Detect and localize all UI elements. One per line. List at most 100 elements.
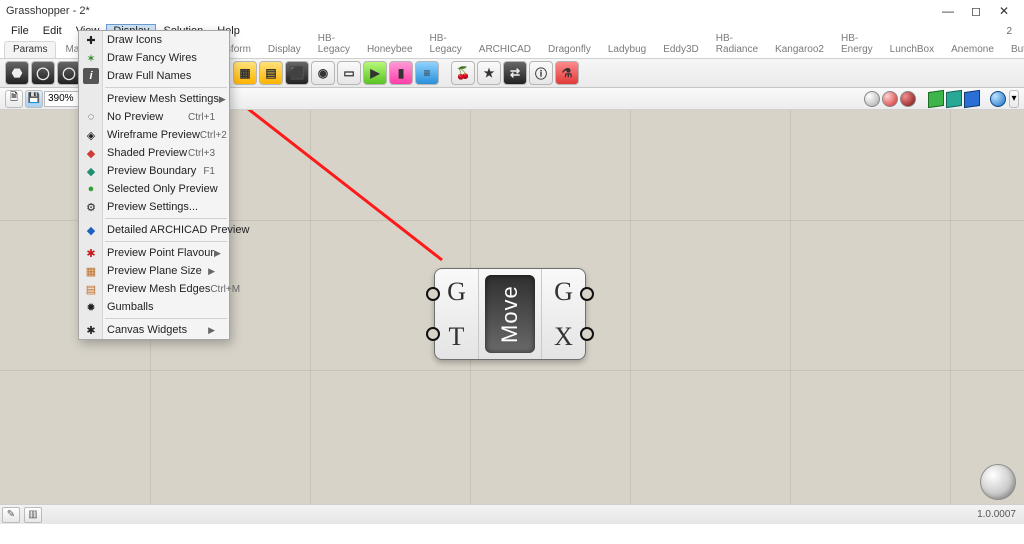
menu-item[interactable]: ✹Gumballs bbox=[79, 298, 229, 316]
tab-anemone[interactable]: Anemone bbox=[943, 42, 1002, 58]
menu-item[interactable]: ▤Preview Mesh EdgesCtrl+M bbox=[79, 280, 229, 298]
status-bar: ✎ ▥ 1.0.0007 bbox=[0, 504, 1024, 524]
preview-boundary-icon: ◆ bbox=[83, 163, 99, 179]
output-grip[interactable] bbox=[580, 327, 594, 341]
ribbon-btn[interactable]: ▦ bbox=[233, 61, 257, 85]
menu-shortcut: Ctrl+2 bbox=[200, 130, 227, 141]
title-bar: Grasshopper - 2* — ◻ ✕ bbox=[0, 0, 1024, 22]
tab-display[interactable]: Display bbox=[260, 42, 309, 58]
menu-item[interactable]: ◆Shaded PreviewCtrl+3 bbox=[79, 144, 229, 162]
input-grip[interactable] bbox=[426, 327, 440, 341]
draw-full-names-icon: i bbox=[83, 68, 99, 84]
input-port[interactable]: T bbox=[435, 314, 479, 359]
menu-item-label: Preview Settings... bbox=[107, 201, 198, 213]
tab-dragonfly[interactable]: Dragonfly bbox=[540, 42, 599, 58]
draw-icons-icon: ✚ bbox=[83, 32, 99, 48]
display-mode-icon[interactable] bbox=[964, 89, 980, 107]
ribbon-btn[interactable]: ⬛ bbox=[285, 61, 309, 85]
status-tool-button[interactable]: ▥ bbox=[24, 507, 42, 523]
display-mode-icon[interactable] bbox=[928, 89, 944, 107]
tab-eddy3d[interactable]: Eddy3D bbox=[655, 42, 707, 58]
preview-mesh-settings-icon bbox=[83, 91, 99, 107]
preview-off-icon[interactable] bbox=[864, 91, 880, 107]
tab-kangaroo2[interactable]: Kangaroo2 bbox=[767, 42, 832, 58]
ribbon-btn[interactable]: 🍒 bbox=[451, 61, 475, 85]
tab-hb-legacy[interactable]: HB-Legacy bbox=[310, 31, 358, 58]
app-title: Grasshopper - 2* bbox=[6, 5, 90, 17]
menu-item[interactable]: ⚙ Preview Settings... bbox=[79, 198, 229, 216]
preview-selected-icon[interactable] bbox=[900, 91, 916, 107]
menu-item-label: Preview Boundary bbox=[107, 165, 196, 177]
tab-lunchbox[interactable]: LunchBox bbox=[882, 42, 942, 58]
ribbon-btn[interactable]: ⬣ bbox=[5, 61, 29, 85]
output-grip[interactable] bbox=[580, 287, 594, 301]
menu-file[interactable]: File bbox=[4, 24, 36, 38]
preview-point-flavour-icon: ✱ bbox=[83, 245, 99, 261]
menu-item[interactable]: Preview Mesh Settings▶ bbox=[79, 90, 229, 108]
draw-fancy-wires-icon: ✶ bbox=[83, 50, 99, 66]
menu-item[interactable]: ◌No PreviewCtrl+1 bbox=[79, 108, 229, 126]
ribbon-btn[interactable]: ◉ bbox=[311, 61, 335, 85]
preview-plane-size-icon: ▦ bbox=[83, 263, 99, 279]
menu-item[interactable]: ✶ Draw Fancy Wires bbox=[79, 49, 229, 67]
new-file-button[interactable]: 🗎 bbox=[5, 90, 23, 108]
tab-hb-energy[interactable]: HB-Energy bbox=[833, 31, 881, 58]
menu-edit[interactable]: Edit bbox=[36, 24, 69, 38]
maximize-button[interactable]: ◻ bbox=[962, 4, 990, 18]
tab-butterfly[interactable]: Butterfly bbox=[1003, 42, 1024, 58]
menu-item[interactable]: ✱Canvas Widgets▶ bbox=[79, 321, 229, 339]
ribbon-btn[interactable]: ⚗ bbox=[555, 61, 579, 85]
output-port[interactable]: G bbox=[541, 269, 585, 314]
menu-item[interactable]: ◆Detailed ARCHICAD Preview bbox=[79, 221, 229, 239]
menu-item[interactable]: ◆ Preview Boundary F1 bbox=[79, 162, 229, 180]
menu-item[interactable]: ✚Draw Icons bbox=[79, 31, 229, 49]
output-port[interactable]: X bbox=[541, 314, 585, 359]
menu-shortcut: Ctrl+M bbox=[210, 284, 240, 295]
tab-archicad[interactable]: ARCHICAD bbox=[471, 42, 539, 58]
close-button[interactable]: ✕ bbox=[990, 4, 1018, 18]
input-grip[interactable] bbox=[426, 287, 440, 301]
menu-item[interactable]: ● Selected Only Preview bbox=[79, 180, 229, 198]
tab-hb-legacy[interactable]: HB-Legacy bbox=[422, 31, 470, 58]
display-mode-icon[interactable] bbox=[946, 89, 962, 107]
ribbon-btn[interactable]: ⓘ bbox=[529, 61, 553, 85]
menu-item[interactable]: ✱ Preview Point Flavour▶ bbox=[79, 244, 229, 262]
globe-dropdown[interactable]: ▾ bbox=[1009, 90, 1019, 108]
minimize-button[interactable]: — bbox=[934, 4, 962, 18]
preview-shaded-icon[interactable] bbox=[882, 91, 898, 107]
ribbon-btn[interactable]: ◯ bbox=[31, 61, 55, 85]
ribbon-btn[interactable]: ▮ bbox=[389, 61, 413, 85]
menu-item[interactable]: iDraw Full Names bbox=[79, 67, 229, 85]
menu-item-label: Selected Only Preview bbox=[107, 183, 218, 195]
ribbon-btn[interactable]: ▤ bbox=[259, 61, 283, 85]
move-component[interactable]: G T Move G X bbox=[434, 268, 586, 360]
save-button[interactable]: 💾 bbox=[25, 90, 43, 108]
menu-item-label: No Preview bbox=[107, 111, 163, 123]
ribbon-btn[interactable]: ▶ bbox=[363, 61, 387, 85]
status-tool-button[interactable]: ✎ bbox=[2, 507, 20, 523]
menu-item-label: Preview Plane Size bbox=[107, 265, 202, 277]
tab-params[interactable]: Params bbox=[4, 41, 56, 58]
menu-shortcut: F1 bbox=[203, 166, 215, 177]
ribbon-btn[interactable]: ▭ bbox=[337, 61, 361, 85]
globe-icon[interactable] bbox=[990, 91, 1006, 107]
ribbon-btn[interactable]: ≡ bbox=[415, 61, 439, 85]
version-label: 1.0.0007 bbox=[977, 509, 1016, 520]
menu-item[interactable]: ◈Wireframe PreviewCtrl+2 bbox=[79, 126, 229, 144]
submenu-arrow-icon: ▶ bbox=[214, 248, 221, 259]
shaded-preview-icon: ◆ bbox=[83, 145, 99, 161]
menu-shortcut: Ctrl+1 bbox=[188, 112, 215, 123]
compass-widget[interactable] bbox=[980, 464, 1016, 500]
selected-only-preview-icon: ● bbox=[83, 181, 99, 197]
menu-item-label: Detailed ARCHICAD Preview bbox=[107, 224, 249, 236]
input-port[interactable]: G bbox=[435, 269, 479, 314]
menu-item-label: Draw Fancy Wires bbox=[107, 52, 197, 64]
ribbon-btn[interactable]: ★ bbox=[477, 61, 501, 85]
ribbon-btn[interactable]: ⇄ bbox=[503, 61, 527, 85]
tab-hb-radiance[interactable]: HB-Radiance bbox=[708, 31, 766, 58]
preview-settings--icon: ⚙ bbox=[83, 199, 99, 215]
menu-item[interactable]: ▦Preview Plane Size▶ bbox=[79, 262, 229, 280]
tab-honeybee[interactable]: Honeybee bbox=[359, 42, 421, 58]
menu-item-label: Preview Point Flavour bbox=[107, 247, 214, 259]
tab-ladybug[interactable]: Ladybug bbox=[600, 42, 654, 58]
